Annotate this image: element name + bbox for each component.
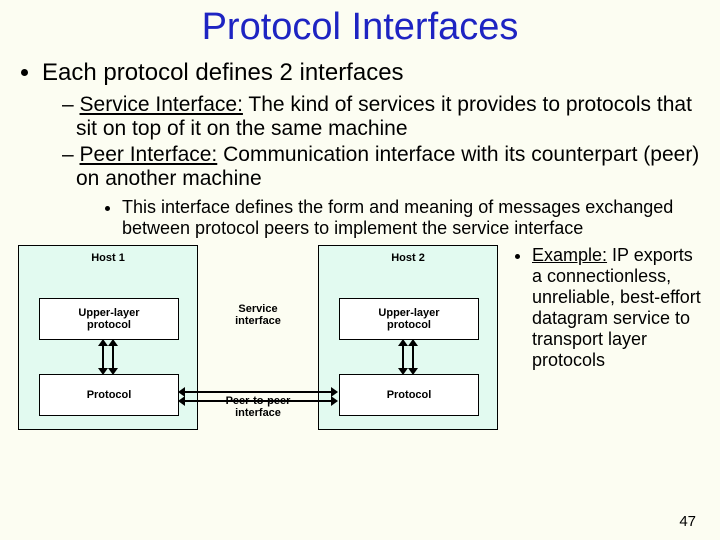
subsub-list: This interface defines the form and mean… (104, 197, 702, 239)
example-item: Example: IP exports a connectionless, un… (532, 245, 702, 371)
host-1-label: Host 1 (19, 252, 197, 264)
host2-lower-box: Protocol (339, 374, 479, 416)
sub-list: Service Interface: The kind of services … (52, 93, 702, 239)
slide-title: Protocol Interfaces (18, 6, 702, 49)
host1-upper-box: Upper-layerprotocol (39, 298, 179, 340)
sub-service-label: Service Interface: (80, 93, 243, 116)
host1-lower-text: Protocol (87, 389, 132, 401)
lower-area: Host 1 Upper-layerprotocol Protocol Host… (18, 245, 702, 430)
bullet-main: Each protocol defines 2 interfaces Servi… (42, 59, 702, 239)
host1-lower-box: Protocol (39, 374, 179, 416)
host-1: Host 1 Upper-layerprotocol Protocol (18, 245, 198, 430)
host2-upper-box: Upper-layerprotocol (339, 298, 479, 340)
sub-service: Service Interface: The kind of services … (62, 93, 702, 141)
diagram-wrap: Host 1 Upper-layerprotocol Protocol Host… (18, 245, 508, 430)
page-number: 47 (679, 513, 696, 530)
example-block: Example: IP exports a connectionless, un… (508, 245, 702, 371)
bullet-main-text: Each protocol defines 2 interfaces (42, 59, 404, 86)
host1-upper-text: Upper-layerprotocol (78, 307, 139, 331)
host-2: Host 2 Upper-layerprotocol Protocol (318, 245, 498, 430)
sub-peer-label: Peer Interface: (80, 143, 218, 166)
host2-lower-text: Protocol (387, 389, 432, 401)
service-arrow-2 (394, 340, 424, 374)
slide: Protocol Interfaces Each protocol define… (0, 0, 720, 540)
host-2-label: Host 2 (319, 252, 497, 264)
example-label: Example: (532, 245, 607, 265)
sub-peer: Peer Interface: Communication interface … (62, 143, 702, 239)
diagram: Host 1 Upper-layerprotocol Protocol Host… (18, 245, 498, 430)
bullet-list: Each protocol defines 2 interfaces Servi… (24, 59, 702, 239)
peer-interface-label: Peer-to-peerinterface (208, 395, 308, 419)
service-interface-label: Serviceinterface (208, 303, 308, 327)
subsub-item: This interface defines the form and mean… (122, 197, 702, 239)
service-arrow-1 (94, 340, 124, 374)
host2-upper-text: Upper-layerprotocol (378, 307, 439, 331)
